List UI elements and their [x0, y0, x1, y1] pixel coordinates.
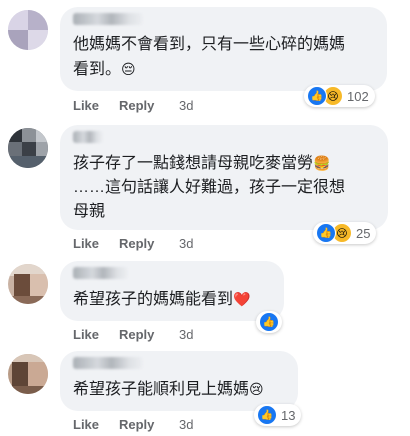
commenter-name-blurred[interactable]: [73, 357, 143, 369]
comment-actions: Like Reply 3d: [73, 327, 193, 342]
like-button[interactable]: Like: [73, 236, 119, 251]
reaction-summary[interactable]: 👍: [256, 311, 282, 333]
comment-bubble: 他媽媽不會看到，只有一些心碎的媽媽 看到。😔: [60, 7, 387, 91]
red-heart-emoji: ❤️: [233, 291, 251, 307]
avatar[interactable]: [8, 10, 48, 50]
comment-actions: Like Reply 3d: [73, 236, 193, 251]
comment-bubble: 希望孩子能順利見上媽媽😢: [60, 351, 298, 411]
commenter-name-blurred[interactable]: [73, 267, 128, 279]
comment-actions: Like Reply 3d: [73, 417, 193, 432]
reaction-summary[interactable]: 👍 😢 25: [313, 222, 377, 244]
reply-button[interactable]: Reply: [119, 417, 179, 432]
comment-text: 希望孩子的媽媽能看到❤️: [73, 287, 250, 312]
comment-timestamp[interactable]: 3d: [179, 98, 193, 113]
commenter-name-blurred[interactable]: [73, 131, 103, 143]
comment-timestamp[interactable]: 3d: [179, 327, 193, 342]
like-reaction-icon: 👍: [259, 312, 279, 332]
reaction-count: 25: [356, 225, 371, 241]
comment-bubble: 孩子存了一點錢想請母親吃麥當勞🍔 ……這句話讓人好難過，孩子一定很想 母親: [60, 125, 388, 230]
like-button[interactable]: Like: [73, 98, 119, 113]
commenter-name-blurred[interactable]: [73, 13, 143, 25]
avatar[interactable]: [8, 264, 48, 304]
comment-bubble: 希望孩子的媽媽能看到❤️: [60, 261, 284, 321]
comment-text: 孩子存了一點錢想請母親吃麥當勞🍔 ……這句話讓人好難過，孩子一定很想 母親: [73, 151, 345, 224]
comment-text: 希望孩子能順利見上媽媽😢: [73, 377, 264, 402]
reaction-count: 13: [281, 407, 296, 423]
like-reaction-icon: 👍: [257, 405, 277, 425]
reply-button[interactable]: Reply: [119, 327, 179, 342]
like-button[interactable]: Like: [73, 327, 119, 342]
hamburger-emoji: 🍔: [313, 155, 331, 171]
like-reaction-icon: 👍: [316, 223, 336, 243]
avatar[interactable]: [8, 354, 48, 394]
like-reaction-icon: 👍: [307, 86, 327, 106]
pensive-face-emoji: 😔: [121, 61, 136, 77]
comment-text: 他媽媽不會看到，只有一些心碎的媽媽 看到。😔: [73, 33, 345, 82]
comment-timestamp[interactable]: 3d: [179, 236, 193, 251]
comment-timestamp[interactable]: 3d: [179, 417, 193, 432]
reaction-summary[interactable]: 👍 😢 102: [304, 85, 375, 107]
like-button[interactable]: Like: [73, 417, 119, 432]
avatar[interactable]: [8, 128, 48, 168]
reply-button[interactable]: Reply: [119, 98, 179, 113]
reaction-summary[interactable]: 👍 13: [254, 404, 302, 426]
reaction-count: 102: [347, 88, 369, 104]
crying-face-emoji: 😢: [249, 381, 264, 397]
comment-actions: Like Reply 3d: [73, 98, 193, 113]
reply-button[interactable]: Reply: [119, 236, 179, 251]
